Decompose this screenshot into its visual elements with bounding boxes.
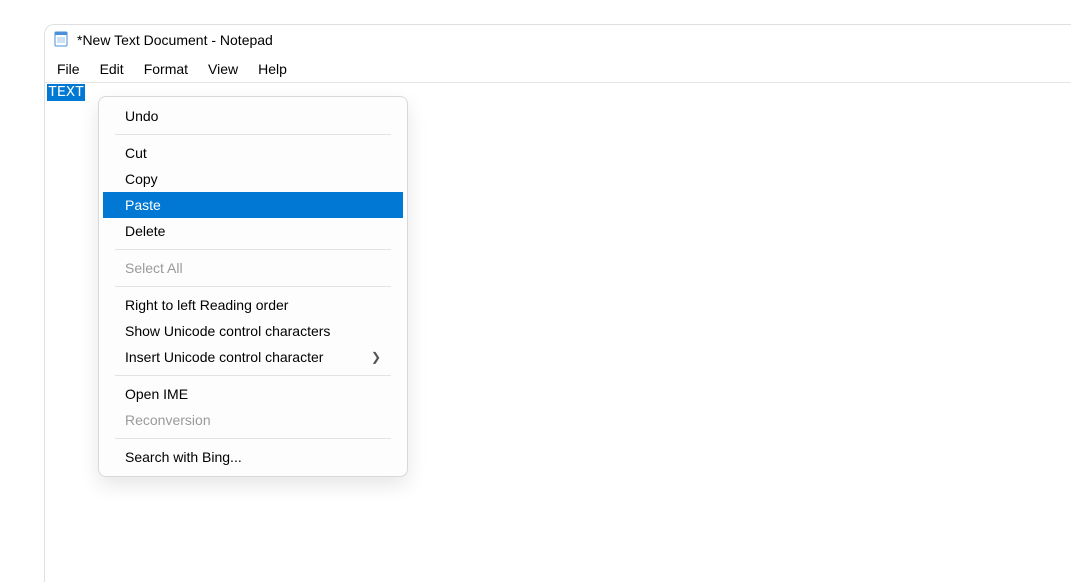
ctx-separator [115, 286, 391, 287]
ctx-copy-label: Copy [125, 171, 158, 187]
ctx-undo-label: Undo [125, 108, 158, 124]
menu-edit[interactable]: Edit [90, 57, 134, 81]
ctx-cut-label: Cut [125, 145, 147, 161]
ctx-show-unicode[interactable]: Show Unicode control characters [103, 318, 403, 344]
ctx-insert-unicode[interactable]: Insert Unicode control character ❯ [103, 344, 403, 370]
ctx-delete[interactable]: Delete [103, 218, 403, 244]
chevron-right-icon: ❯ [371, 350, 381, 364]
ctx-show-unicode-label: Show Unicode control characters [125, 323, 330, 339]
ctx-rtl-label: Right to left Reading order [125, 297, 288, 313]
ctx-open-ime-label: Open IME [125, 386, 188, 402]
ctx-search-bing[interactable]: Search with Bing... [103, 444, 403, 470]
ctx-open-ime[interactable]: Open IME [103, 381, 403, 407]
notepad-icon [53, 31, 69, 50]
ctx-separator [115, 249, 391, 250]
ctx-undo[interactable]: Undo [103, 103, 403, 129]
menu-help[interactable]: Help [248, 57, 297, 81]
ctx-insert-unicode-label: Insert Unicode control character [125, 349, 323, 365]
context-menu: Undo Cut Copy Paste Delete Select All Ri… [98, 96, 408, 477]
titlebar: *New Text Document - Notepad [45, 25, 1071, 55]
ctx-paste[interactable]: Paste [103, 192, 403, 218]
ctx-search-bing-label: Search with Bing... [125, 449, 242, 465]
ctx-separator [115, 134, 391, 135]
ctx-copy[interactable]: Copy [103, 166, 403, 192]
ctx-cut[interactable]: Cut [103, 140, 403, 166]
selected-text[interactable]: TEXT [47, 84, 85, 101]
ctx-select-all-label: Select All [125, 260, 183, 276]
menubar: File Edit Format View Help [45, 55, 1071, 83]
menu-view[interactable]: View [198, 57, 248, 81]
ctx-reconversion-label: Reconversion [125, 412, 211, 428]
ctx-separator [115, 375, 391, 376]
ctx-delete-label: Delete [125, 223, 165, 239]
window-title: *New Text Document - Notepad [77, 32, 273, 48]
ctx-reconversion[interactable]: Reconversion [103, 407, 403, 433]
ctx-select-all[interactable]: Select All [103, 255, 403, 281]
ctx-paste-label: Paste [125, 197, 161, 213]
menu-file[interactable]: File [47, 57, 90, 81]
ctx-rtl[interactable]: Right to left Reading order [103, 292, 403, 318]
menu-format[interactable]: Format [134, 57, 198, 81]
ctx-separator [115, 438, 391, 439]
